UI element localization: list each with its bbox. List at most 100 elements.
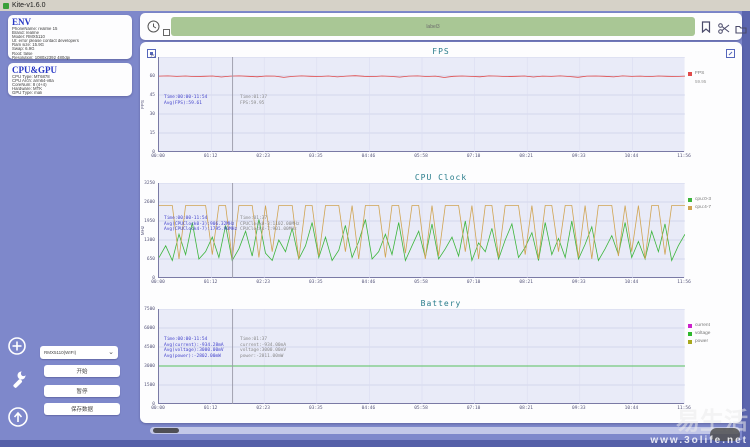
save-mark-button[interactable] <box>701 20 711 38</box>
x-tick-label: 00:00 <box>151 406 165 411</box>
legend-item[interactable]: current <box>688 323 740 329</box>
bottom-border-strip <box>0 440 750 447</box>
annotation-line: Avg(CPUClock4-7):1795.90MHz <box>164 227 237 233</box>
folder-icon <box>735 24 747 34</box>
cursor-annotation: Time:01:37FPS:59.95 <box>240 95 267 106</box>
x-tick-label: 10:44 <box>625 154 639 159</box>
cut-button[interactable] <box>718 21 730 39</box>
chart-legend: cpu:0-3 cpu:4-7 <box>688 197 740 213</box>
legend-value: 59.95 <box>695 79 740 84</box>
legend-label: cpu:0-3 <box>695 197 711 203</box>
x-tick-label: 09:33 <box>572 154 586 159</box>
legend-item[interactable]: FPS <box>688 71 740 77</box>
plus-circle-icon <box>7 336 27 356</box>
chart-title: CPU Clock <box>140 172 742 183</box>
legend-item[interactable]: power <box>688 339 740 345</box>
x-tick-label: 10:44 <box>625 280 639 285</box>
scissors-icon <box>718 23 730 34</box>
y-axis-ticks: 015003000450060007500 <box>140 309 157 404</box>
info-line: GPU Type: mali <box>12 91 128 95</box>
legend-swatch <box>688 332 692 336</box>
target-toggle[interactable] <box>163 23 170 41</box>
x-tick-label: 11:56 <box>677 154 691 159</box>
legend-label: power <box>695 339 708 345</box>
app-window: Kite-v1.6.0 ENV PhoneName: realme 15Bran… <box>0 0 750 447</box>
annotation-line: Avg(power):-2802.00mW <box>164 354 224 360</box>
x-tick-label: 07:10 <box>467 154 481 159</box>
legend-swatch <box>688 206 692 210</box>
y-tick-label: 1500 <box>144 383 155 388</box>
open-folder-button[interactable] <box>735 21 747 39</box>
pause-button[interactable]: 暂停 <box>44 385 120 397</box>
horizontal-scrollbar[interactable] <box>150 427 740 434</box>
legend-item[interactable]: cpu:0-3 <box>688 197 740 203</box>
cpu-gpu-panel: CPU&GPU CPU Type: MT6878CPU Arch: arm64-… <box>8 63 132 96</box>
x-tick-label: 08:21 <box>519 154 533 159</box>
plot-area[interactable]: Time:00:00-11:54Avg(CPUClock0-3):906.32M… <box>158 183 684 278</box>
y-tick-label: 7500 <box>144 307 155 312</box>
app-icon <box>3 3 9 9</box>
label-input[interactable]: label3 <box>171 17 695 36</box>
x-axis-ticks: 00:0001:1202:2303:3504:4605:5807:1008:21… <box>158 154 684 162</box>
y-axis-ticks: 06501300195026003250 <box>140 183 157 278</box>
cpu-clock-chart: CPU Clock MHz 06501300195026003250 Time:… <box>140 172 742 298</box>
annotation-line: Avg(FPS):59.61 <box>164 101 207 107</box>
y-tick-label: 4500 <box>144 345 155 350</box>
bookmark-icon <box>701 21 711 33</box>
legend-label: FPS <box>695 71 704 77</box>
legend-label: voltage <box>695 331 710 337</box>
x-tick-label: 02:23 <box>256 280 270 285</box>
x-tick-label: 08:21 <box>519 406 533 411</box>
start-button[interactable]: 开始 <box>44 365 120 377</box>
y-tick-label: 650 <box>147 257 155 262</box>
x-tick-label: 05:58 <box>414 406 428 411</box>
x-tick-label: 09:33 <box>572 280 586 285</box>
annotation-line: CPUClock4-7:901.00MHz <box>240 227 300 233</box>
save-data-button[interactable]: 保存数据 <box>44 403 120 415</box>
cursor-annotation: Time:01:37current:-934.00mAvoltage:3000.… <box>240 337 286 359</box>
summary-annotation: Time:00:00-11:54Avg(FPS):59.61 <box>164 95 207 106</box>
x-tick-label: 04:46 <box>362 406 376 411</box>
horizontal-scrollbar-handle[interactable] <box>153 428 179 433</box>
chart-legend: FPS 59.95 <box>688 71 740 84</box>
x-tick-label: 05:58 <box>414 154 428 159</box>
y-axis-ticks: 01530456075 <box>140 57 157 152</box>
vertical-scrollbar[interactable] <box>742 11 750 447</box>
wrench-icon <box>9 370 27 388</box>
y-tick-label: 75 <box>150 55 155 60</box>
env-panel: ENV PhoneName: realme 15Brand: realmeMod… <box>8 15 132 59</box>
plot-area[interactable]: Time:00:00-11:54Avg(FPS):59.61 Time:01:3… <box>158 57 684 152</box>
upload-button[interactable] <box>7 406 29 433</box>
legend-swatch <box>688 340 692 344</box>
env-info-lines: PhoneName: realme 15Brand: realmeModel: … <box>12 27 128 60</box>
charts-panel: FPS FPS 01530456075 Time:00:00-11:54Avg(… <box>140 42 742 423</box>
env-panel-title: ENV <box>12 17 128 27</box>
x-tick-label: 11:56 <box>677 280 691 285</box>
legend-swatch <box>688 72 692 76</box>
legend-swatch <box>688 324 692 328</box>
battery-chart: Battery 015003000450060007500 Time:00:00… <box>140 298 742 424</box>
plot-area[interactable]: Time:00:00-11:54Avg(current):-934.28mAAv… <box>158 309 684 404</box>
history-button[interactable] <box>147 20 160 38</box>
legend-item[interactable]: cpu:4-7 <box>688 205 740 211</box>
window-title: Kite-v1.6.0 <box>12 0 45 11</box>
x-tick-label: 10:44 <box>625 406 639 411</box>
x-tick-label: 04:46 <box>362 280 376 285</box>
x-tick-label: 05:58 <box>414 280 428 285</box>
device-selector-value: RMX5110(WIFI) <box>44 350 108 355</box>
summary-annotation: Time:00:00-11:54Avg(CPUClock0-3):906.32M… <box>164 216 237 233</box>
annotation-line: power:-2811.00mW <box>240 354 286 360</box>
x-tick-label: 02:23 <box>256 154 270 159</box>
cpu-gpu-info-lines: CPU Type: MT6878CPU Arch: arm64-v8aCoreN… <box>12 75 128 95</box>
y-tick-label: 3000 <box>144 364 155 369</box>
annotation-line: Avg(voltage):3000.00mV <box>164 348 224 354</box>
x-tick-label: 09:33 <box>572 406 586 411</box>
add-button[interactable] <box>7 336 27 361</box>
fps-chart: FPS FPS 01530456075 Time:00:00-11:54Avg(… <box>140 46 742 172</box>
device-selector[interactable]: RMX5110(WIFI) ⌄ <box>40 346 118 359</box>
y-tick-label: 2600 <box>144 200 155 205</box>
legend-item[interactable]: voltage <box>688 331 740 337</box>
x-tick-label: 00:00 <box>151 154 165 159</box>
x-tick-label: 01:12 <box>204 280 218 285</box>
settings-button[interactable] <box>9 370 27 393</box>
